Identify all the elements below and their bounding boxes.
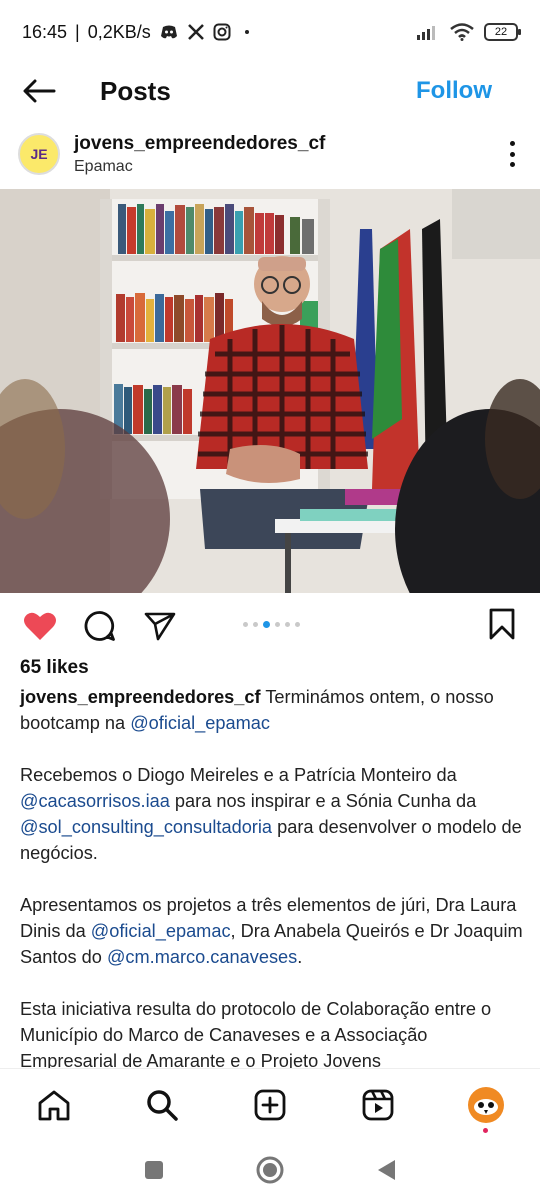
home-circle-icon[interactable] [255, 1155, 285, 1185]
status-time: 16:45 [22, 21, 68, 42]
wifi-icon [450, 23, 474, 41]
post-author-row: JE jovens_empreendedores_cf Epamac [0, 124, 540, 184]
follow-button[interactable]: Follow [416, 77, 492, 105]
instagram-icon [213, 23, 231, 41]
avatar-initials: JE [30, 146, 48, 162]
mention-link[interactable]: @cacasorrisos.iaa [20, 791, 170, 811]
back-button[interactable] [22, 74, 56, 108]
page-title: Posts [100, 75, 171, 106]
heart-icon [24, 612, 56, 640]
nav-search[interactable] [142, 1085, 182, 1125]
arrow-left-icon [23, 79, 56, 103]
more-options-button[interactable] [502, 139, 522, 169]
share-button[interactable] [142, 608, 178, 644]
post-actions [0, 604, 540, 648]
more-notifications-dot [244, 30, 249, 34]
books-shelf-3 [114, 384, 192, 434]
mention-link[interactable]: @cm.marco.canaveses [107, 947, 297, 967]
system-nav-bar [0, 1140, 540, 1200]
recents-icon[interactable] [143, 1159, 165, 1181]
author-info: jovens_empreendedores_cf Epamac [74, 133, 502, 176]
nav-profile[interactable] [466, 1085, 506, 1133]
profile-avatar [468, 1086, 504, 1123]
network-speed: 0,2KB/s [87, 21, 151, 42]
mention-link[interactable]: @oficial_epamac [91, 921, 231, 941]
notification-dot [483, 1127, 488, 1133]
author-avatar[interactable]: JE [18, 133, 60, 175]
like-button[interactable] [22, 608, 58, 644]
caption-paragraph-4: Esta iniciativa resulta do protocolo de … [20, 999, 492, 1071]
save-button[interactable] [488, 608, 516, 645]
comment-icon [84, 611, 115, 641]
caption-username[interactable]: jovens_empreendedores_cf [20, 687, 261, 707]
back-triangle-icon[interactable] [375, 1158, 397, 1182]
bookmark-icon [489, 608, 515, 640]
bird-avatar-icon [474, 1098, 498, 1115]
battery-icon: 22 [484, 23, 521, 41]
x-icon [187, 24, 204, 40]
nav-reels[interactable] [358, 1085, 398, 1125]
status-bar: 16:45 | 0,2KB/s 22 [0, 0, 540, 64]
comment-button[interactable] [82, 608, 118, 644]
add-post-icon [254, 1089, 286, 1120]
classroom-photo-illustration [0, 189, 540, 593]
carousel-indicator [243, 621, 300, 628]
author-subtitle[interactable]: Epamac [74, 158, 502, 176]
nav-home[interactable] [34, 1085, 74, 1125]
search-icon [147, 1089, 178, 1121]
status-left: 16:45 | 0,2KB/s [22, 22, 249, 43]
send-icon [144, 612, 176, 641]
nav-create[interactable] [250, 1085, 290, 1125]
home-icon [38, 1090, 70, 1120]
post-photo[interactable] [0, 189, 540, 593]
post-caption: jovens_empreendedores_cf Terminámos onte… [20, 684, 525, 1100]
likes-count[interactable]: 65 likes [20, 657, 89, 679]
top-bar: Posts Follow [0, 64, 540, 118]
mention-link[interactable]: @sol_consulting_consultadoria [20, 817, 272, 837]
mention-link[interactable]: @oficial_epamac [130, 713, 270, 733]
status-right: 22 [416, 23, 521, 41]
bottom-nav [0, 1068, 540, 1140]
discord-icon [160, 25, 177, 39]
reels-icon [362, 1089, 394, 1120]
signal-icon [417, 26, 435, 40]
author-username[interactable]: jovens_empreendedores_cf [74, 133, 502, 155]
